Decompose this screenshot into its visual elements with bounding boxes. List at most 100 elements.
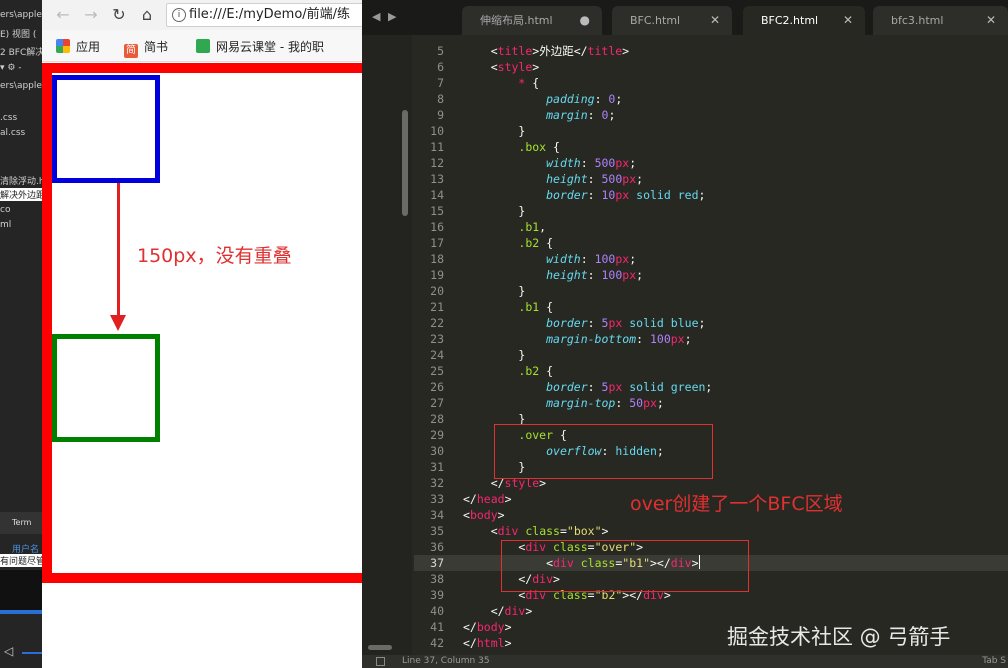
line-number: 17 [430,236,444,250]
reload-icon[interactable]: ↻ [108,4,130,26]
code-token: </div> [463,604,533,618]
code-token: 100 [649,332,671,346]
bookmark-netease[interactable]: 网易云课堂 - 我的职 [196,38,324,55]
terminal-tab[interactable]: Term [0,512,42,534]
highlight-box-over-rule [494,424,713,479]
tab-bfc3[interactable]: bfc3.html ✕ [873,6,1008,35]
code-line: 21 .b1 { [414,299,1008,315]
line-number: 35 [430,524,444,538]
code-line: 24 } [414,347,1008,363]
tab-label: BFC2.html [761,14,819,27]
code-token: px [622,268,637,282]
tab-bfc[interactable]: BFC.html ✕ [612,6,732,35]
volume-slider[interactable] [22,652,42,654]
code-line: 27 margin-top: 50px; [414,395,1008,411]
code-token: html [476,636,505,650]
line-number: 6 [437,60,444,74]
back-icon[interactable]: ← [52,4,74,26]
unsaved-dot-icon[interactable]: ● [580,6,590,35]
code-token: } [463,204,526,218]
watermark: 掘金技术社区 @ 弓箭手 [727,625,951,649]
line-number: 10 [430,124,444,138]
close-icon[interactable]: ✕ [710,6,720,35]
code-token: height: 500px; [546,172,644,186]
close-icon[interactable]: ✕ [843,6,853,35]
line-number: 13 [430,172,444,186]
tab-label: 伸缩布局.html [480,14,553,27]
ide-file-item[interactable]: 清除浮动.htm [0,174,42,187]
code-line: 20 } [414,283,1008,299]
tab-nav-arrows-icon[interactable]: ◀ ▶ [372,10,398,23]
code-line: 6 <style> [414,59,1008,75]
ide-file-item[interactable]: .css [0,113,17,123]
code-token: margin-bottom [546,332,637,346]
volume-icon[interactable]: ◁ [4,644,16,658]
bookmark-apps[interactable]: 应用 [56,38,100,55]
line-number: 33 [430,492,444,506]
ide-file-item[interactable]: co [0,205,10,215]
code-token: px [670,332,685,346]
code-token: border [546,188,588,202]
code-token: border: 10px solid red; [546,188,706,202]
code-token: width: 100px; [546,252,637,266]
ide-toolbar[interactable]: ▾ ⚙ - [0,63,22,73]
info-icon[interactable]: i [172,8,186,22]
address-bar[interactable]: i file:///E:/myDemo/前端/练 [166,3,362,27]
jianshu-icon: 简 [124,44,138,58]
code-token: .b1 { [518,300,554,314]
ide-file-item-selected[interactable]: 解决外边距合 [0,188,42,201]
tab-shensuo[interactable]: 伸缩布局.html ● [462,6,602,35]
line-number: 25 [430,364,444,378]
line-number: 41 [430,620,444,634]
line-number: 28 [430,412,444,426]
code-token: .box { [518,140,560,154]
forward-icon[interactable]: → [80,4,102,26]
line-number: 20 [430,284,444,298]
code-token: body [476,620,505,634]
line-number: 16 [430,220,444,234]
code-token: border: 5px solid blue; [546,316,706,330]
home-icon[interactable]: ⌂ [136,4,158,26]
code-token: height [546,172,588,186]
editor-tab-bar: ◀ ▶ 伸缩布局.html ● BFC.html ✕ BFC2.html ✕ b… [362,0,1008,35]
code-token: class [525,524,560,538]
ide-file-item[interactable]: al.css [0,128,25,138]
code-token: border [546,380,588,394]
code-token: height [546,268,588,282]
ide-file-title[interactable]: 2 BFC解决 [0,45,42,58]
ide-file-item[interactable]: ml [0,220,11,230]
bookmark-jianshu[interactable]: 简简书 [124,38,168,58]
margin-arrow [117,183,120,321]
code-token: </html> [463,636,512,650]
line-number: 12 [430,156,444,170]
arrow-down-icon [110,315,126,331]
code-token: px [615,156,630,170]
ide-menu[interactable]: E) 视图 ( [0,27,36,40]
code-line: 16 .b1, [414,219,1008,235]
tab-bfc2[interactable]: BFC2.html ✕ [743,6,865,35]
code-token: solid [629,380,664,394]
code-token: 0 [601,108,609,122]
cursor-position: Line 37, Column 35 [402,656,490,666]
vertical-scrollbar[interactable] [402,110,408,216]
code-token: 50 [629,396,644,410]
code-token: <body> [463,508,505,522]
close-icon[interactable]: ✕ [986,6,996,35]
bookmark-label: 网易云课堂 - 我的职 [216,40,324,54]
code-token: div [497,524,519,538]
code-token: padding: 0; [546,92,623,106]
code-token: .box [518,140,547,154]
code-token: height: 100px; [546,268,644,282]
code-token: <style> [463,59,540,75]
ide-progress-bar [0,610,42,614]
code-token: red [677,188,699,202]
horizontal-scrollbar[interactable] [368,645,392,650]
line-number: 26 [430,380,444,394]
code-token: 10 [601,188,616,202]
code-token: solid [636,188,671,202]
tab-size[interactable]: Tab S [982,655,1006,668]
code-line: 19 height: 100px; [414,267,1008,283]
panel-toggle-icon[interactable] [376,657,385,666]
code-token: width [546,252,581,266]
bookmark-label: 简书 [144,40,169,54]
